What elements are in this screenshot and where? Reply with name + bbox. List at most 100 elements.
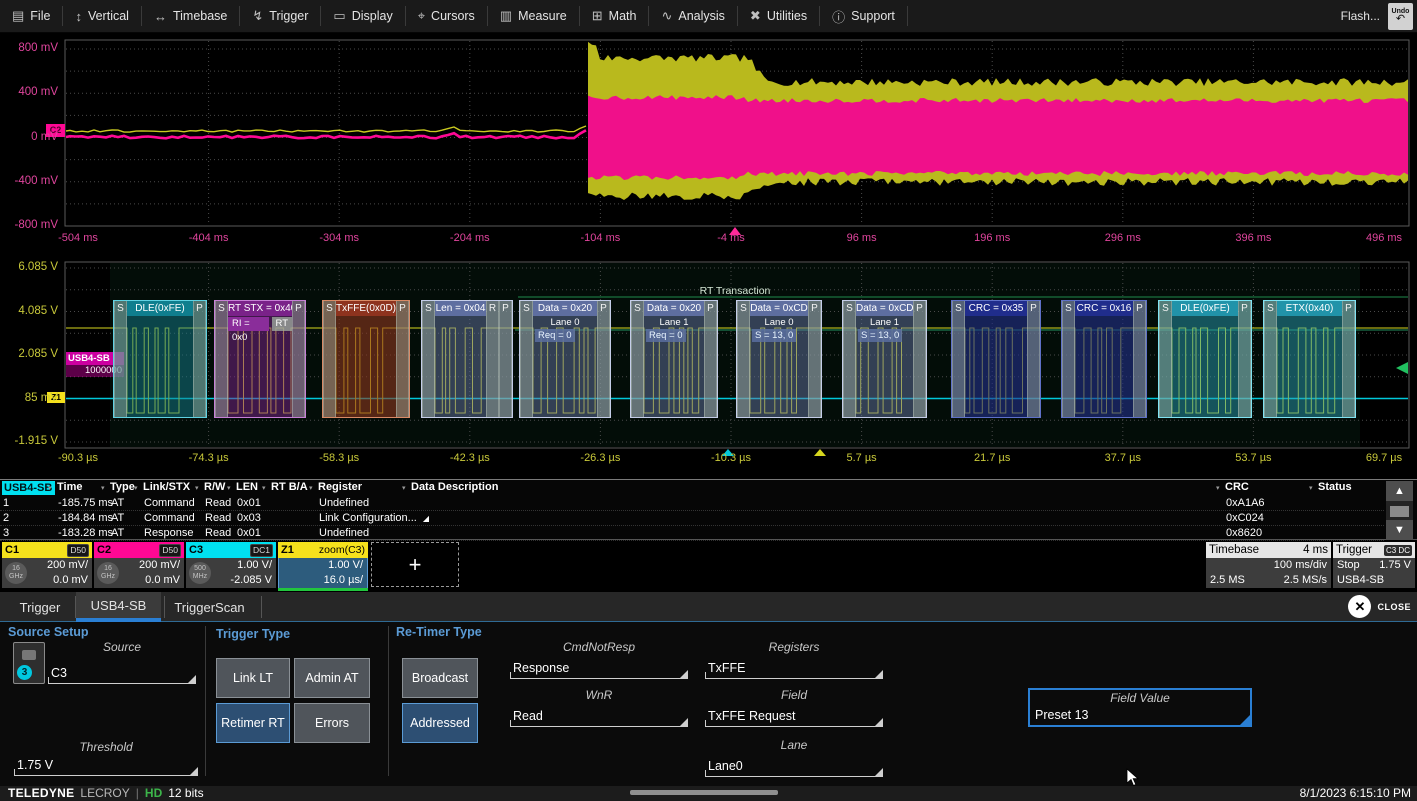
scroll-up-button[interactable]: ▲ (1386, 481, 1413, 501)
menu-measure[interactable]: ▥Measure (488, 0, 579, 32)
column-sort-icon[interactable]: ▾ (1216, 484, 1220, 492)
select-registers[interactable]: TxFFE (705, 656, 883, 679)
button-retimer-rt[interactable]: Retimer RT (216, 703, 290, 743)
column-header-rt_ba[interactable]: RT B/A (271, 481, 308, 493)
menu-utilities[interactable]: ✖Utilities (738, 0, 819, 32)
threshold-label: Threshold (14, 740, 198, 754)
x-axis-tick: 69.7 µs (1366, 452, 1402, 464)
dropdown-tick (705, 672, 706, 679)
cell-register: Undefined (319, 526, 369, 541)
table-scrollbar[interactable]: ▲ ▼ (1386, 481, 1413, 540)
button-addressed[interactable]: Addressed (402, 703, 478, 743)
bubble-end-cap: P (193, 301, 206, 417)
column-sort-icon[interactable]: ▾ (48, 484, 52, 492)
x-axis-tick: 96 ms (847, 232, 877, 244)
mouse-cursor (1126, 768, 1140, 788)
column-header-status[interactable]: Status (1318, 481, 1352, 493)
menu-display[interactable]: ▭Display (321, 0, 404, 32)
button-link-lt[interactable]: Link LT (216, 658, 290, 698)
column-sort-icon[interactable]: ▾ (134, 484, 138, 492)
table-row[interactable]: 2-184.84 msATCommandRead0x03Link Configu… (0, 511, 1384, 526)
scrollbar-thumb[interactable] (1390, 506, 1409, 517)
column-sort-icon[interactable]: ▾ (227, 484, 231, 492)
select-lane[interactable]: Lane0 (705, 754, 883, 777)
timebase-descriptor[interactable]: Timebase 4 ms 100 ms/div 2.5 MS2.5 MS/s (1206, 542, 1331, 588)
x-axis-tick: -10.3 µs (711, 452, 751, 464)
channel-descriptor-z1[interactable]: Z1zoom(C3)1.00 V/16.0 µs/ (278, 542, 368, 588)
channel-descriptor-c3[interactable]: C3DC1500MHz1.00 V/-2.085 V (186, 542, 276, 588)
flash-status[interactable]: Flash... (1341, 9, 1380, 23)
cell-time: -183.28 ms (58, 526, 113, 541)
zoom-decode-panel[interactable]: RT Transaction USB4-SB 1000000 Z1 SPDLE(… (0, 255, 1417, 480)
menu-math[interactable]: ⊞Math (580, 0, 649, 32)
column-header-len[interactable]: LEN (236, 481, 258, 493)
probe-icon (22, 650, 36, 660)
column-header-time[interactable]: Time (57, 481, 82, 493)
column-header-rw[interactable]: R/W (204, 481, 225, 493)
column-sort-icon[interactable]: ▾ (1309, 484, 1313, 492)
undo-button[interactable]: Undo ↶ (1388, 3, 1413, 30)
column-header-data_description[interactable]: Data Description (411, 481, 498, 493)
x-axis-tick: -404 ms (189, 232, 229, 244)
tab-usb4-sb[interactable]: USB4-SB (76, 592, 161, 622)
tab-triggerscan[interactable]: TriggerScan (161, 592, 258, 622)
column-sort-icon[interactable]: ▾ (309, 484, 313, 492)
column-header-register[interactable]: Register (318, 481, 362, 493)
column-sort-icon[interactable]: ▾ (402, 484, 406, 492)
analog-waveform-panel[interactable]: C2 800 mV400 mV0 mV-400 mV-800 mV-504 ms… (0, 36, 1417, 255)
bubble-start-cap: S (323, 301, 336, 417)
column-header-type[interactable]: Type (110, 481, 135, 493)
menu-vertical[interactable]: ↕Vertical (63, 0, 141, 32)
column-header-link_stx[interactable]: Link/STX (143, 481, 190, 493)
trigger-level: 1.75 V (1379, 558, 1411, 573)
select-field[interactable]: TxFFE Request (705, 704, 883, 727)
decode-bubble: SPData = 0xCDLane 1S = 13, 0 (842, 300, 927, 418)
threshold-select[interactable]: 1.75 V (14, 754, 198, 776)
add-trace-button[interactable]: + (371, 542, 459, 587)
decode-bubble: SPDLE(0xFE) (113, 300, 207, 418)
probe-button[interactable]: 3 (13, 642, 45, 684)
menu-analysis[interactable]: ∿Analysis (649, 0, 736, 32)
menu-file[interactable]: ▤File (0, 0, 62, 32)
channel-header: C1D50 (2, 542, 92, 558)
tab-trigger[interactable]: Trigger (8, 592, 72, 622)
trigger-descriptor[interactable]: Trigger C3 DC Stop1.75 V USB4-SB (1333, 542, 1415, 588)
bubble-label: DLE(0xFE) (1172, 301, 1238, 316)
channel-descriptor-c1[interactable]: C1D5016GHz200 mV/0.0 mV (2, 542, 92, 588)
y-axis-tick: -400 mV (0, 175, 58, 187)
cell-len: 0x01 (237, 496, 261, 511)
menu-right: Flash... Undo ↶ (1341, 3, 1417, 30)
field-value-input[interactable]: Field Value Preset 13 (1028, 688, 1252, 727)
table-row[interactable]: 3-183.28 msATResponseRead0x01Undefined0x… (0, 526, 1384, 541)
button-admin-at[interactable]: Admin AT (294, 658, 370, 698)
expand-icon[interactable]: ◢ (423, 514, 429, 523)
column-sort-icon[interactable]: ▾ (101, 484, 105, 492)
scroll-down-button[interactable]: ▼ (1386, 520, 1413, 540)
menu-trigger[interactable]: ↯Trigger (240, 0, 320, 32)
menu-timebase[interactable]: ↔Timebase (142, 0, 239, 32)
trigger-type: USB4-SB (1337, 573, 1384, 588)
button-broadcast[interactable]: Broadcast (402, 658, 478, 698)
resize-handle[interactable] (630, 790, 778, 795)
x-axis-tick: -204 ms (450, 232, 490, 244)
channel-descriptor-c2[interactable]: C2D5016GHz200 mV/0.0 mV (94, 542, 184, 588)
column-sort-icon[interactable]: ▾ (262, 484, 266, 492)
x-axis-tick: -104 ms (581, 232, 621, 244)
cell-type: AT (111, 511, 124, 526)
field-label-cmdnotresp: CmdNotResp (510, 640, 688, 654)
button-errors[interactable]: Errors (294, 703, 370, 743)
close-button[interactable]: ✕ CLOSE (1348, 595, 1411, 618)
bubble-label: Data = 0x20 (644, 301, 704, 316)
brand-separator: | (136, 786, 139, 801)
select-wnr[interactable]: Read (510, 704, 688, 727)
table-row[interactable]: 1-185.75 msATCommandRead0x01Undefined0xA… (0, 496, 1384, 511)
column-sort-icon[interactable]: ▾ (195, 484, 199, 492)
select-cmdnotresp[interactable]: Response (510, 656, 688, 679)
column-header-crc[interactable]: CRC (1225, 481, 1249, 493)
menu-cursors[interactable]: ⌖Cursors (406, 0, 487, 32)
y-axis-tick: 2.085 V (0, 348, 58, 360)
channel-scale: 1.00 V/ (283, 558, 363, 573)
field-label-registers: Registers (705, 640, 883, 654)
source-select[interactable]: C3 (48, 658, 196, 684)
menu-support[interactable]: ⓘSupport (820, 0, 907, 32)
